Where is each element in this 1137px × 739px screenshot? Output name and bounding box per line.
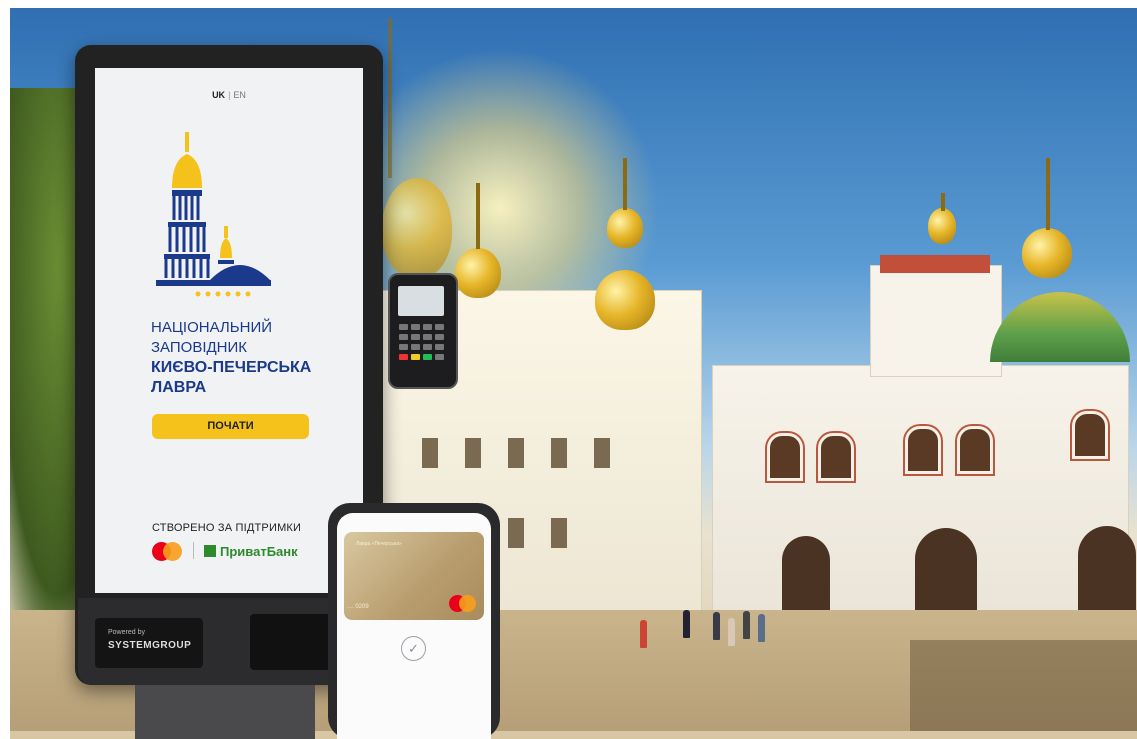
lavra-logo: [156, 132, 271, 297]
window: [551, 518, 567, 548]
title-line-2: ЗАПОВІДНИК: [151, 339, 248, 356]
lang-separator: |: [228, 90, 231, 100]
arched-window-large: [1078, 526, 1136, 621]
window: [465, 438, 481, 468]
powered-by-label: Powered by: [108, 629, 145, 636]
card-label: Лавра «Печерська»: [356, 541, 402, 547]
mastercard-logo-orange: [163, 542, 182, 561]
golden-dome: [928, 208, 956, 244]
lang-uk[interactable]: UK: [212, 90, 225, 100]
support-text: СТВОРЕНО ЗА ПІДТРИМКИ: [152, 522, 302, 534]
start-button[interactable]: ПОЧАТИ: [152, 414, 309, 439]
systemgroup-brand: SYSTEMGROUP: [108, 640, 192, 651]
card-number: .... 0209: [347, 604, 369, 610]
kiosk-stand: [135, 685, 315, 739]
cross-spire: [1046, 158, 1050, 230]
logo-divider: [193, 542, 194, 559]
title-line-3: КИЄВО-ПЕЧЕРСЬКА: [151, 359, 312, 376]
golden-dome: [607, 208, 643, 248]
terminal-screen: [398, 286, 444, 316]
lang-en[interactable]: EN: [233, 90, 246, 100]
window: [508, 438, 524, 468]
green-dome: [990, 292, 1130, 362]
roof: [880, 255, 990, 273]
window: [551, 438, 567, 468]
check-icon: ✓: [401, 636, 426, 661]
privatbank-logo: [204, 545, 216, 557]
arched-window: [767, 433, 803, 481]
language-switcher[interactable]: UK | EN: [95, 90, 363, 100]
arched-window: [1072, 411, 1108, 459]
privatbank-name: ПриватБанк: [220, 544, 298, 559]
title-line-1: НАЦІОНАЛЬНИЙ: [151, 319, 273, 336]
golden-dome: [382, 178, 452, 278]
arched-window: [818, 433, 854, 481]
arched-window: [905, 426, 941, 474]
window: [508, 518, 524, 548]
title-line-4: ЛАВРА: [151, 379, 207, 396]
cross-spire: [941, 193, 945, 211]
cross-spire: [476, 183, 480, 249]
card-mastercard-orange: [459, 595, 476, 612]
cross-spire: [623, 158, 627, 210]
bell-tower: [870, 265, 1002, 377]
shadow: [910, 640, 1137, 731]
golden-dome: [1022, 228, 1072, 278]
window: [594, 438, 610, 468]
window: [422, 438, 438, 468]
arched-window: [957, 426, 993, 474]
golden-dome: [595, 270, 655, 330]
receipt-slot: [250, 614, 340, 670]
golden-dome: [455, 248, 501, 298]
cross-spire: [388, 18, 392, 178]
arched-window-large: [782, 536, 830, 618]
